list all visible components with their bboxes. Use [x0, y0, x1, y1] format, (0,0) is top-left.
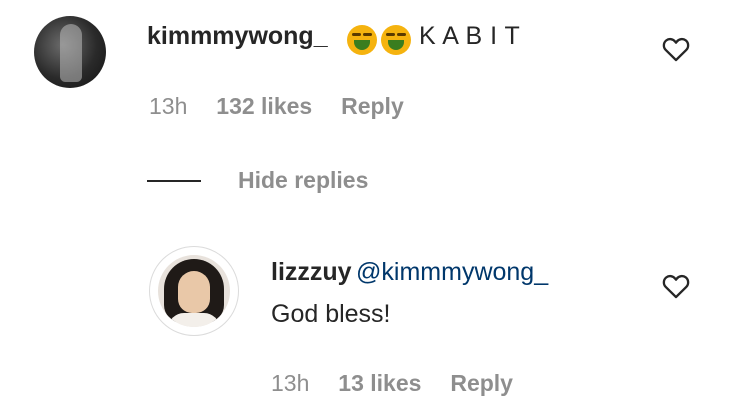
replies-divider-line	[147, 180, 201, 182]
comment-time[interactable]: 13h	[149, 93, 187, 119]
reply-username[interactable]: lizzzuy	[271, 258, 352, 286]
avatar-kimmmywong[interactable]	[34, 16, 106, 88]
nauseated-face-icon	[380, 24, 411, 55]
hide-replies-button[interactable]: Hide replies	[238, 167, 368, 194]
reply-mention-link[interactable]: @kimmmywong_	[356, 258, 548, 286]
comment-text: K A B I T	[418, 22, 521, 50]
reply-likes[interactable]: 13 likes	[338, 370, 421, 396]
comment-meta: 13h 132 likes Reply	[149, 93, 404, 120]
comment-username[interactable]: kimmmywong_	[147, 22, 328, 50]
reply-header: lizzzuy @kimmmywong_	[271, 258, 548, 287]
comment-reply-button[interactable]: Reply	[341, 93, 404, 119]
avatar-lizzzuy[interactable]	[158, 255, 230, 327]
reply-text: God bless!	[271, 300, 391, 328]
avatar-photo	[60, 24, 82, 82]
reply-meta: 13h 13 likes Reply	[271, 370, 513, 397]
comment-likes[interactable]: 132 likes	[216, 93, 312, 119]
comment-body: kimmmywong_ K A B I T	[147, 22, 520, 55]
like-heart-icon[interactable]	[662, 36, 690, 67]
nauseated-face-icon	[346, 24, 377, 55]
reply-time[interactable]: 13h	[271, 370, 309, 396]
reply-reply-button[interactable]: Reply	[450, 370, 513, 396]
like-heart-icon[interactable]	[662, 273, 690, 304]
